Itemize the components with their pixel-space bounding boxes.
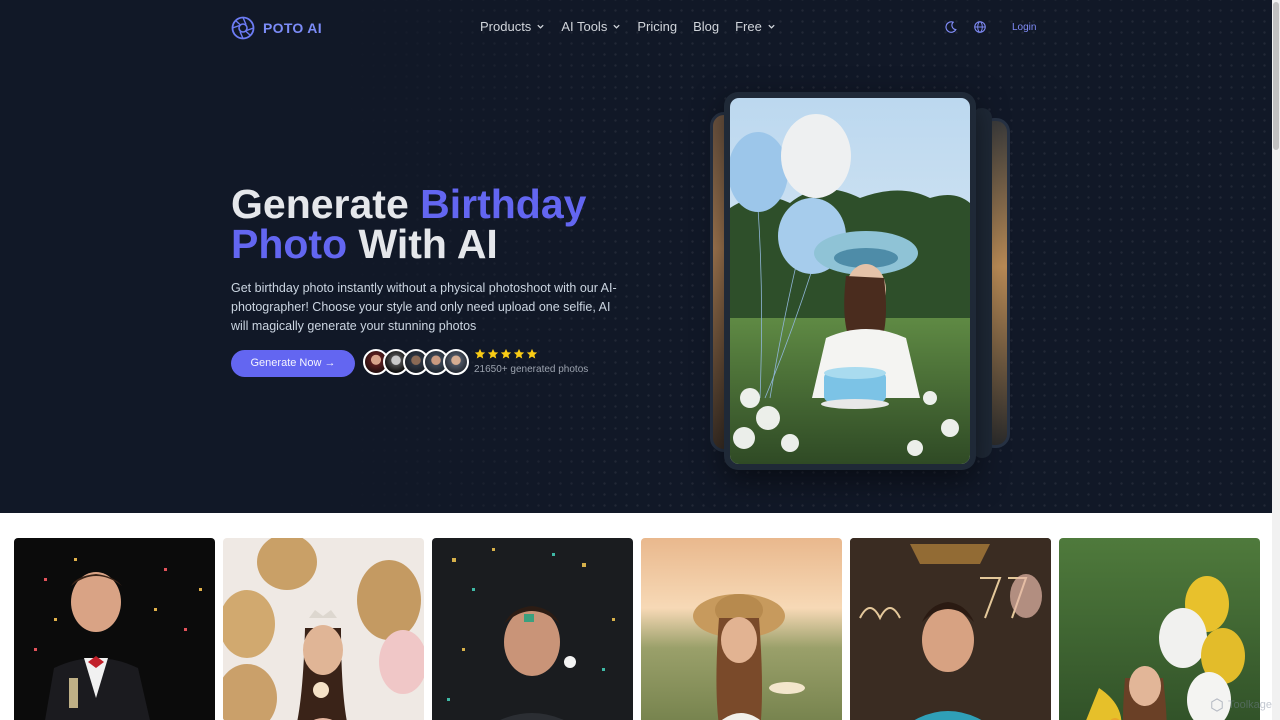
star-icon: [487, 348, 499, 359]
gallery-illustration: [34, 558, 202, 720]
watermark-text: Toolkage: [1227, 699, 1272, 711]
aperture-logo-icon: [231, 16, 255, 40]
gallery-illustration: [223, 538, 424, 720]
scrollbar-thumb[interactable]: [1273, 2, 1279, 150]
hero-phone-frame: [724, 92, 976, 470]
birthday-scene-illustration: [730, 98, 970, 464]
gallery-illustration: [447, 548, 615, 720]
birthday-photo-preview: [730, 98, 970, 464]
title-part2: With AI: [347, 221, 498, 267]
nav-products-label: Products: [480, 19, 532, 34]
gallery-item-woman-gold-balloons[interactable]: [223, 538, 424, 720]
nav-free[interactable]: Free: [735, 19, 776, 34]
login-link[interactable]: Login: [1012, 22, 1036, 33]
brand-name: POTO AI: [263, 20, 322, 36]
gallery-item-man-confetti-dark[interactable]: [432, 538, 633, 720]
star-icon: [513, 348, 525, 359]
gallery-item-woman-sunhat-cake[interactable]: [641, 538, 842, 720]
gallery-illustration: [693, 594, 805, 720]
generated-count: 21650+ generated photos: [474, 364, 589, 375]
nav-actions: Login: [944, 20, 1036, 34]
user-avatars: [363, 349, 469, 375]
avatar: [443, 349, 469, 375]
page-scrollbar[interactable]: [1272, 0, 1280, 720]
hexagon-logo-icon: [1211, 698, 1223, 712]
nav-pricing[interactable]: Pricing: [637, 19, 677, 34]
nav-pricing-label: Pricing: [637, 19, 678, 34]
nav-blog-label: Blog: [693, 19, 720, 34]
star-icon: [474, 348, 486, 359]
hero-section: POTO AI Products AI Tools Pricing Blog F…: [0, 0, 1272, 513]
photo-gallery: [14, 538, 1260, 720]
chevron-down-icon: [537, 24, 544, 29]
nav-free-label: Free: [735, 19, 762, 34]
nav-products[interactable]: Products: [480, 19, 545, 34]
nav-ai-tools-label: AI Tools: [561, 19, 608, 34]
hero-title: Generate Birthday Photo With AI: [231, 184, 586, 267]
title-accent-photo: Photo: [231, 221, 348, 267]
gallery-illustration: [1086, 576, 1245, 720]
gallery-item-man-neon-sign[interactable]: [850, 538, 1051, 720]
gallery-item-woman-balloons-garden[interactable]: [1059, 538, 1260, 720]
main-menu: Products AI Tools Pricing Blog Free: [480, 19, 776, 34]
globe-icon[interactable]: [973, 20, 987, 34]
star-icon: [526, 348, 538, 359]
navbar: POTO AI Products AI Tools Pricing Blog F…: [0, 0, 1272, 56]
watermark: Toolkage: [1210, 698, 1272, 712]
moon-icon[interactable]: [944, 20, 958, 34]
nav-ai-tools[interactable]: AI Tools: [561, 19, 621, 34]
generate-now-button[interactable]: Generate Now →: [231, 350, 355, 377]
gallery-item-man-tuxedo-confetti[interactable]: [14, 538, 215, 720]
star-icon: [500, 348, 512, 359]
hero-description: Get birthday photo instantly without a p…: [231, 281, 617, 333]
brand-logo[interactable]: POTO AI: [231, 16, 322, 40]
gallery-illustration: [850, 538, 1051, 720]
chevron-down-icon: [768, 24, 775, 29]
rating-stars: [474, 348, 538, 360]
chevron-down-icon: [613, 24, 620, 29]
nav-blog[interactable]: Blog: [693, 19, 719, 34]
